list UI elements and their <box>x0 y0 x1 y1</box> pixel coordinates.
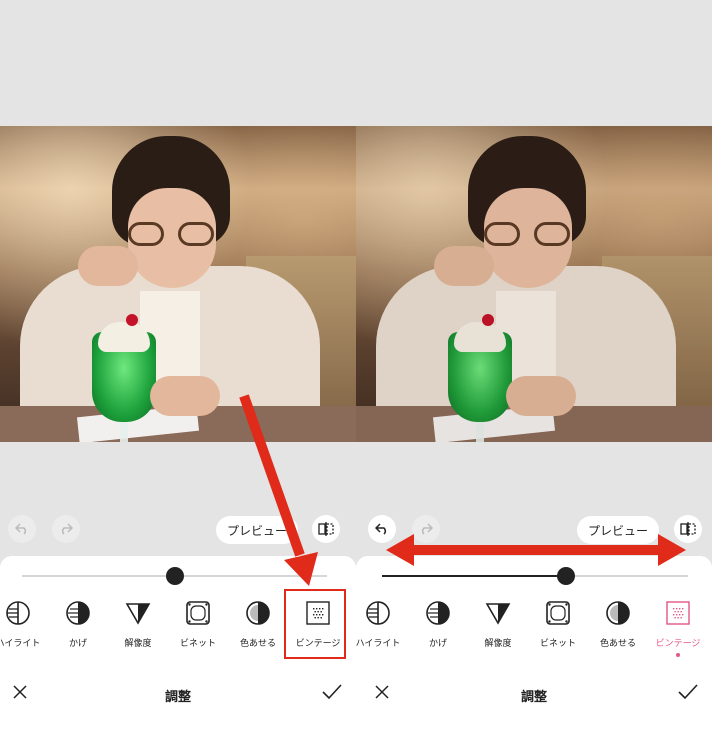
sharpness-icon <box>468 600 528 626</box>
editor-panel-after: プレビュー ハイライト かげ 解像度 ビネット 色あせる ビンテージ 調整 <box>356 0 712 731</box>
undo-icon <box>375 523 387 535</box>
slider-knob[interactable] <box>165 567 184 585</box>
sheet-footer: 調整 <box>356 676 712 716</box>
tool-highlight[interactable]: ハイライト <box>356 600 408 660</box>
fade-icon <box>588 600 648 626</box>
tool-shadow[interactable]: かげ <box>48 600 108 660</box>
vignette-icon <box>528 600 588 626</box>
photo-preview <box>356 126 712 442</box>
highlight-icon <box>356 600 408 626</box>
sheet-footer: 調整 <box>0 676 356 716</box>
slider-knob[interactable] <box>556 567 575 585</box>
redo-button[interactable] <box>52 515 80 543</box>
tool-shadow[interactable]: かげ <box>408 600 468 660</box>
tool-label: かげ <box>68 639 87 649</box>
shadow-icon <box>408 600 468 626</box>
tool-label: ビンテージ <box>655 639 701 649</box>
adjust-sheet: ハイライト かげ 解像度 ビネット 色あせる ビンテージ 調整 <box>356 556 712 731</box>
tool-label: 色あせる <box>599 639 636 649</box>
tool-label: 解像度 <box>484 639 512 649</box>
vintage-icon <box>648 600 708 626</box>
tool-label: 解像度 <box>124 639 152 649</box>
preview-label: プレビュー <box>587 523 648 538</box>
redo-icon <box>61 523 73 535</box>
tool-vignette[interactable]: ビネット <box>528 600 588 660</box>
preview-label: プレビュー <box>226 523 287 538</box>
tool-vignette[interactable]: ビネット <box>168 600 228 660</box>
undo-icon <box>15 523 27 535</box>
tool-vintage[interactable]: ビンテージ <box>648 600 708 660</box>
tool-list: ハイライト かげ 解像度 ビネット 色あせる ビンテージ <box>356 600 712 660</box>
intensity-slider[interactable] <box>382 567 688 585</box>
photo-preview <box>0 126 356 442</box>
preview-button[interactable]: プレビュー <box>216 516 298 544</box>
fade-icon <box>228 600 288 626</box>
shadow-icon <box>48 600 108 626</box>
sharpness-icon <box>108 600 168 626</box>
tool-fade[interactable]: 色あせる <box>228 600 288 660</box>
vignette-icon <box>168 600 228 626</box>
redo-button[interactable] <box>412 515 440 543</box>
highlight-icon <box>0 600 48 626</box>
tool-highlight[interactable]: ハイライト <box>0 600 48 660</box>
tool-label: ハイライト <box>0 639 41 649</box>
redo-icon <box>421 523 433 535</box>
undo-button[interactable] <box>8 515 36 543</box>
selected-indicator <box>676 653 680 657</box>
intensity-slider[interactable] <box>22 567 327 585</box>
tool-sharpness[interactable]: 解像度 <box>108 600 168 660</box>
tool-label: ビネット <box>539 639 576 649</box>
compare-button[interactable] <box>674 515 702 543</box>
compare-icon <box>318 522 334 536</box>
compare-button[interactable] <box>312 515 340 543</box>
preview-button[interactable]: プレビュー <box>577 516 659 544</box>
tool-label: 色あせる <box>239 639 276 649</box>
tool-fade[interactable]: 色あせる <box>588 600 648 660</box>
check-icon[interactable] <box>678 684 698 700</box>
highlight-box <box>284 589 346 659</box>
tool-label: ビネット <box>179 639 216 649</box>
tool-sharpness[interactable]: 解像度 <box>468 600 528 660</box>
tool-label: かげ <box>428 639 447 649</box>
sheet-title: 調整 <box>520 690 547 705</box>
check-icon[interactable] <box>322 684 342 700</box>
sheet-title: 調整 <box>164 690 191 705</box>
tool-label: ハイライト <box>356 639 401 649</box>
undo-button[interactable] <box>368 515 396 543</box>
compare-icon <box>680 522 696 536</box>
